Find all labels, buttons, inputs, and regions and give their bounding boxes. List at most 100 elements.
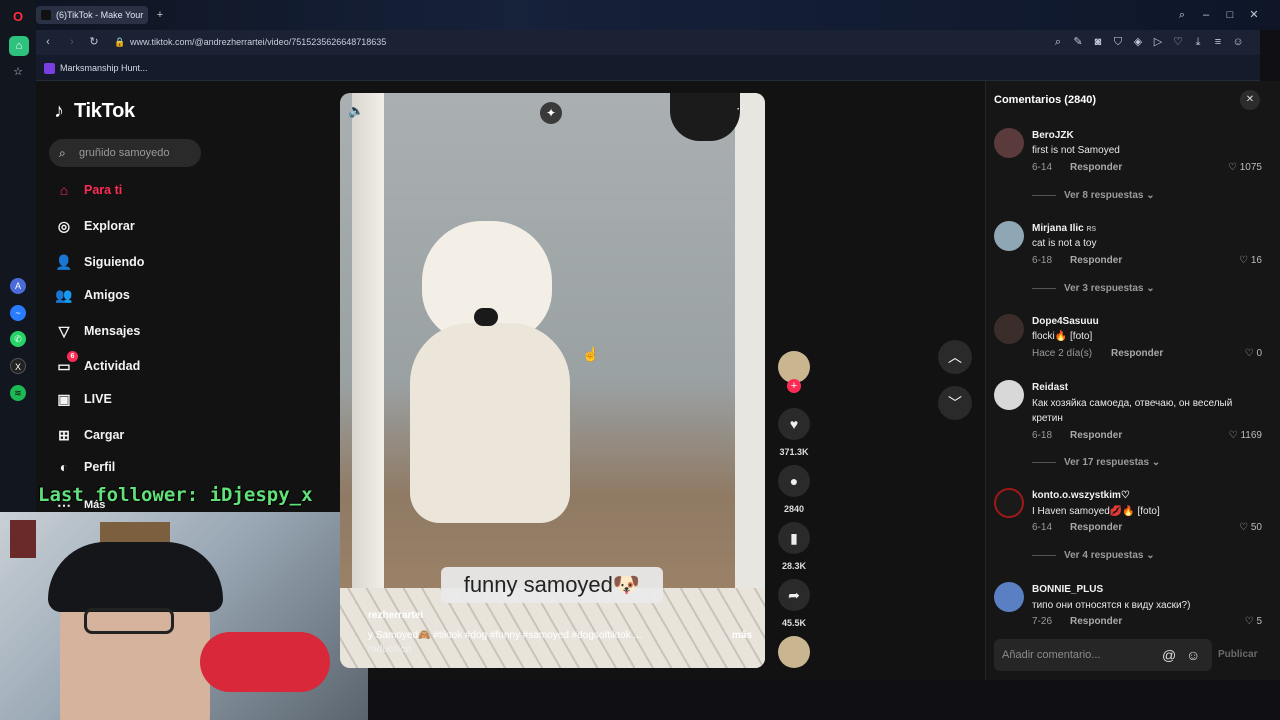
sparkle-icon[interactable]: ✦ — [540, 102, 562, 124]
friends-icon: 👥 — [55, 287, 73, 303]
view-replies-button[interactable]: Ver 8 respuestas ⌄ — [1032, 190, 1155, 201]
video-username[interactable]: rezherrartei — [368, 610, 423, 621]
bookmarks-bar — [36, 55, 1260, 81]
comment-avatar[interactable] — [994, 314, 1024, 344]
nav-cargar[interactable]: ⊞ Cargar — [54, 424, 124, 446]
extension-icon[interactable]: ⌕ — [1050, 34, 1066, 50]
save-button[interactable]: ▮ — [778, 522, 810, 554]
post-comment-button[interactable]: Publicar — [1218, 649, 1257, 660]
home-shortcut-icon[interactable]: ⌂ — [9, 36, 29, 56]
new-tab-icon[interactable]: + — [152, 7, 168, 23]
glasses — [84, 608, 174, 634]
spotify-icon[interactable]: ≋ — [10, 385, 26, 401]
nav-siguiendo[interactable]: 👤 Siguiendo — [54, 251, 144, 273]
mention-icon[interactable]: @ — [1162, 639, 1176, 671]
like-count: 371.3K — [779, 447, 809, 457]
heart-outline-icon: ♡ — [1244, 348, 1257, 359]
next-video-button[interactable]: ﹀ — [938, 386, 972, 420]
comment-username[interactable]: BeroJZK — [1032, 130, 1074, 141]
comment-like[interactable]: ♡ 0 — [1222, 348, 1262, 359]
search-icon[interactable]: ⌕ — [1174, 7, 1190, 23]
comment-username[interactable]: BONNIE_PLUS — [1032, 584, 1103, 595]
heart-outline-icon: ♡ — [1228, 430, 1241, 441]
download-icon[interactable]: ⤓ — [1190, 34, 1206, 50]
follow-plus-icon[interactable]: + — [787, 379, 801, 393]
nav-explorar[interactable]: ◎ Explorar — [54, 215, 135, 237]
messenger-icon[interactable]: ~ — [10, 305, 26, 321]
comment-like[interactable]: ♡ 5 — [1222, 616, 1262, 627]
comment-username[interactable]: Reidast — [1032, 382, 1068, 393]
volume-icon[interactable]: 🔈 — [348, 103, 364, 119]
play-icon[interactable]: ▷ — [1150, 34, 1166, 50]
reply-button[interactable]: Responder — [1070, 255, 1122, 266]
translation-link[interactable]: raducción — [368, 644, 411, 655]
nav-para-ti[interactable]: ⌂ Para ti — [54, 179, 122, 201]
reply-button[interactable]: Responder — [1111, 348, 1163, 359]
edit-icon[interactable]: ✎ — [1070, 34, 1086, 50]
whatsapp-icon[interactable]: ✆ — [10, 331, 26, 347]
reload-icon[interactable]: ↻ — [86, 34, 102, 50]
see-more-link[interactable]: más — [732, 630, 752, 641]
comment-username[interactable]: Mirjana Ilic RS — [1032, 223, 1096, 234]
profile-icon[interactable]: ☺ — [1230, 34, 1246, 50]
divider — [1032, 194, 1056, 196]
nav-live[interactable]: ▣ LIVE — [54, 388, 111, 410]
shield-icon[interactable]: ⛉ — [1110, 34, 1126, 50]
comment-avatar[interactable] — [994, 488, 1024, 518]
comment-username[interactable]: konto.o.wszystkim♡ — [1032, 490, 1130, 501]
forward-icon[interactable]: › — [64, 34, 80, 50]
menu-icon[interactable]: ≡ — [1210, 34, 1226, 50]
comment-avatar[interactable] — [994, 380, 1024, 410]
maximize-icon[interactable]: □ — [1222, 7, 1238, 23]
camera-icon[interactable]: ◙ — [1090, 34, 1106, 50]
comment-like[interactable]: ♡ 1169 — [1218, 430, 1262, 441]
previous-video-button[interactable]: ︿ — [938, 340, 972, 374]
comment-button[interactable]: ● — [778, 465, 810, 497]
comment-input[interactable]: Añadir comentario... @ ☺ — [994, 639, 1212, 671]
x-icon[interactable]: X — [10, 358, 26, 374]
close-window-icon[interactable]: ✕ — [1246, 7, 1262, 23]
comment-like[interactable]: ♡ 50 — [1222, 522, 1262, 533]
reply-button[interactable]: Responder — [1070, 522, 1122, 533]
star-icon[interactable]: ☆ — [10, 64, 26, 80]
chevron-down-icon: ⌄ — [1146, 190, 1155, 201]
vpn-icon[interactable]: ◈ — [1130, 34, 1146, 50]
view-replies-button[interactable]: Ver 3 respuestas ⌄ — [1032, 283, 1155, 294]
comment-avatar[interactable] — [994, 221, 1024, 251]
comment-avatar[interactable] — [994, 128, 1024, 158]
like-button[interactable]: ♥ — [778, 408, 810, 440]
share-button[interactable]: ➦ — [778, 579, 810, 611]
door-frame — [352, 93, 384, 668]
emoji-icon[interactable]: ☺ — [1186, 639, 1200, 671]
app-shortcut-icon[interactable]: A — [10, 278, 26, 294]
view-replies-button[interactable]: Ver 17 respuestas ⌄ — [1032, 457, 1160, 468]
reply-button[interactable]: Responder — [1070, 616, 1122, 627]
comment-avatar[interactable] — [994, 582, 1024, 612]
browser-tab[interactable]: (6)TikTok - Make Your — [36, 6, 148, 24]
comment-username[interactable]: Dope4Sasuuu — [1032, 316, 1099, 327]
nav-amigos[interactable]: 👥 Amigos — [54, 284, 130, 306]
messages-icon: ▽ — [58, 323, 70, 339]
heart-icon[interactable]: ♡ — [1170, 34, 1186, 50]
reply-button[interactable]: Responder — [1070, 430, 1122, 441]
search-input[interactable]: ⌕ gruñido samoyedo — [49, 139, 201, 167]
minimize-icon[interactable]: – — [1198, 7, 1214, 23]
comment-like[interactable]: ♡ 16 — [1222, 255, 1262, 266]
sound-disc-avatar[interactable] — [778, 636, 810, 668]
url-field[interactable]: 🔒 www.tiktok.com/@andrezherrartei/video/… — [110, 33, 1040, 52]
tiktok-logo[interactable]: ♪ TikTok — [54, 100, 135, 123]
comment-icon: ● — [789, 473, 799, 489]
close-comments-button[interactable]: ✕ — [1240, 90, 1260, 110]
view-replies-button[interactable]: Ver 4 respuestas ⌄ — [1032, 550, 1155, 561]
reply-button[interactable]: Responder — [1070, 162, 1122, 173]
back-icon[interactable]: ‹ — [40, 34, 56, 50]
nav-mensajes[interactable]: ▽ Mensajes — [54, 320, 141, 342]
nav-actividad[interactable]: ▭ 6 Actividad — [54, 351, 140, 377]
comment-text: cat is not a toy — [1032, 238, 1097, 249]
opera-logo-icon[interactable]: O — [10, 9, 26, 25]
more-options-icon[interactable]: ⋯ — [736, 101, 749, 117]
nav-perfil[interactable]: ◐ Perfil — [54, 456, 116, 478]
comment-like[interactable]: ♡ 1075 — [1222, 162, 1262, 173]
bookmark-item[interactable]: Marksmanship Hunt... — [44, 60, 148, 76]
heart-outline-icon: ♡ — [1228, 162, 1240, 173]
